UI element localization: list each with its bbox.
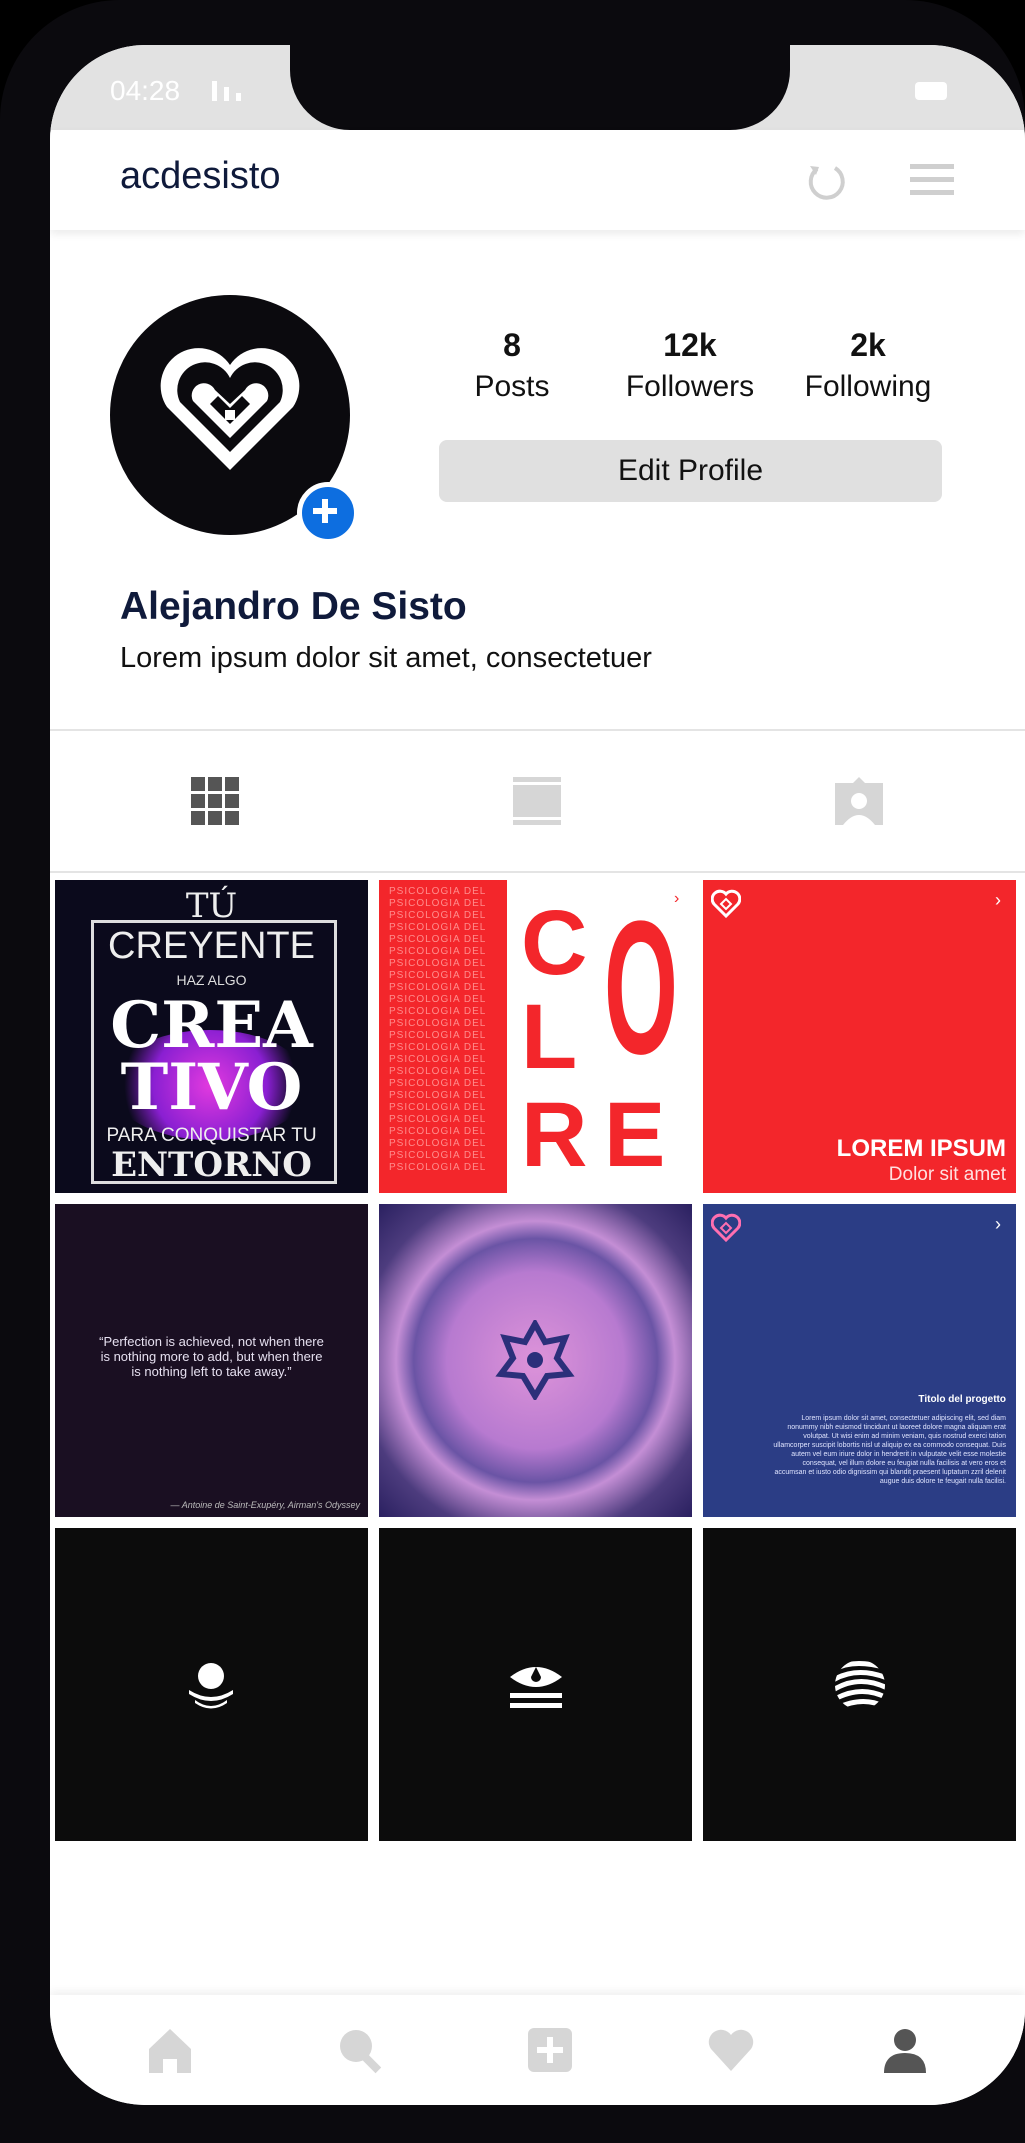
psicologia-line: PSICOLOGIA DEL xyxy=(389,1150,487,1161)
phone-frame: 04:28 acdesisto 8 Posts 12k Followers 2k… xyxy=(0,0,1025,2143)
psicologia-line: PSICOLOGIA DEL xyxy=(389,1102,487,1113)
creativo-line1: TÚ xyxy=(185,886,238,926)
psicologia-line: PSICOLOGIA DEL xyxy=(389,1018,487,1029)
heart-icon[interactable] xyxy=(706,2025,756,2075)
psicologia-line: PSICOLOGIA DEL xyxy=(389,1078,487,1089)
moon-logo-icon xyxy=(189,1663,233,1709)
psicologia-line: PSICOLOGIA DEL xyxy=(389,982,487,993)
carousel-chevron-icon: › xyxy=(674,890,680,907)
status-bar: 04:28 xyxy=(50,45,1025,130)
star-ornament-icon xyxy=(495,1320,575,1400)
app-screen: 04:28 acdesisto 8 Posts 12k Followers 2k… xyxy=(50,45,1025,2105)
profile-bio: Lorem ipsum dolor sit amet, consectetuer xyxy=(120,642,652,674)
refresh-icon[interactable] xyxy=(805,160,847,202)
bottom-nav xyxy=(50,1995,1025,2105)
colore-letter-o: O xyxy=(604,882,678,1094)
profile-icon[interactable] xyxy=(880,2025,930,2075)
post-project[interactable]: › Titolo del progetto Lorem ipsum dolor … xyxy=(703,1204,1016,1517)
project-body: Lorem ipsum dolor sit amet, consectetuer… xyxy=(773,1415,1006,1485)
quote-text: “Perfection is achieved, not when there … xyxy=(99,1334,324,1379)
colore-letter-r: R xyxy=(521,1084,588,1186)
colore-letter-c: C xyxy=(521,892,588,994)
psicologia-line: PSICOLOGIA DEL xyxy=(389,1066,487,1077)
striped-globe-icon xyxy=(835,1661,885,1710)
psicologia-line: PSICOLOGIA DEL xyxy=(389,1126,487,1137)
creativo-line2: CREYENTE xyxy=(108,925,315,967)
top-header: acdesisto xyxy=(50,130,1025,230)
colore-gap xyxy=(507,880,519,1193)
tagged-tab-icon[interactable] xyxy=(833,775,885,827)
notch xyxy=(290,45,790,130)
post-logo-2[interactable] xyxy=(379,1528,692,1841)
psicologia-line: PSICOLOGIA DEL xyxy=(389,1054,487,1065)
lorem-title: LOREM IPSUM xyxy=(836,1135,1006,1162)
brand-logo-icon xyxy=(711,889,741,918)
following-stat[interactable]: 2k Following xyxy=(778,327,958,404)
brand-logo-icon xyxy=(711,1213,741,1242)
quote-author: — Antoine de Saint-Exupéry, Airman's Ody… xyxy=(170,1500,360,1510)
followers-count: 12k xyxy=(663,327,717,363)
psicologia-line: PSICOLOGIA DEL xyxy=(389,922,487,933)
profile-name: Alejandro De Sisto xyxy=(120,585,467,628)
grid-tab-icon[interactable] xyxy=(189,775,241,827)
psicologia-line: PSICOLOGIA DEL xyxy=(389,958,487,969)
carousel-chevron-icon: › xyxy=(995,890,1001,910)
heart-logo-icon xyxy=(160,348,300,470)
feed-tab-icon[interactable] xyxy=(511,775,563,827)
following-label: Following xyxy=(804,370,932,403)
home-icon[interactable] xyxy=(145,2025,195,2075)
post-creativo[interactable]: TÚ CREYENTE HAZ ALGO CREA TIVO PARA CONQ… xyxy=(55,880,368,1193)
colore-letter-e: E xyxy=(604,1084,666,1186)
psicologia-line: PSICOLOGIA DEL xyxy=(389,1042,487,1053)
psicologia-line: PSICOLOGIA DEL xyxy=(389,910,487,921)
psicologia-line: PSICOLOGIA DEL xyxy=(389,934,487,945)
carousel-chevron-icon: › xyxy=(995,1214,1001,1234)
posts-label: Posts xyxy=(474,370,550,403)
creativo-line6: PARA CONQUISTAR TU xyxy=(106,1125,317,1146)
psicologia-line: PSICOLOGIA DEL xyxy=(389,1114,487,1125)
creativo-line3: HAZ ALGO xyxy=(176,972,247,988)
post-logo-3[interactable] xyxy=(703,1528,1016,1841)
post-medallion[interactable] xyxy=(379,1204,692,1517)
psicologia-line: PSICOLOGIA DEL xyxy=(389,1162,487,1173)
psicologia-line: PSICOLOGIA DEL xyxy=(389,970,487,981)
posts-count: 8 xyxy=(503,327,521,363)
psicologia-line: PSICOLOGIA DEL xyxy=(389,1090,487,1101)
battery-icon xyxy=(915,82,947,100)
colore-red-panel: PSICOLOGIA DEL PSICOLOGIA DEL PSICOLOGIA D… xyxy=(379,880,507,1193)
psicologia-line: PSICOLOGIA DEL xyxy=(389,1138,487,1149)
followers-stat[interactable]: 12k Followers xyxy=(600,327,780,404)
colore-white-panel: C O L R E › xyxy=(519,880,692,1193)
status-time: 04:28 xyxy=(110,75,181,106)
add-post-icon[interactable] xyxy=(525,2025,575,2075)
add-story-icon[interactable] xyxy=(297,482,359,544)
psicologia-line: PSICOLOGIA DEL xyxy=(389,1030,487,1041)
search-icon[interactable] xyxy=(335,2025,385,2075)
post-logo-1[interactable] xyxy=(55,1528,368,1841)
project-title: Titolo del progetto xyxy=(918,1394,1006,1405)
profile-username: acdesisto xyxy=(120,155,281,197)
signal-icon xyxy=(212,81,241,101)
psicologia-line: PSICOLOGIA DEL xyxy=(389,994,487,1005)
psicologia-line: PSICOLOGIA DEL xyxy=(389,946,487,957)
psicologia-line: PSICOLOGIA DEL xyxy=(389,1006,487,1017)
followers-label: Followers xyxy=(625,370,755,403)
post-lorem-ipsum[interactable]: › LOREM IPSUM Dolor sit amet xyxy=(703,880,1016,1193)
colore-letter-l: L xyxy=(521,986,578,1088)
post-quote[interactable]: “Perfection is achieved, not when there … xyxy=(55,1204,368,1517)
creativo-line7: ENTORNO xyxy=(111,1145,312,1185)
post-colore[interactable]: PSICOLOGIA DEL PSICOLOGIA DEL PSICOLOGIA D… xyxy=(379,880,692,1193)
psicologia-line: PSICOLOGIA DEL xyxy=(389,886,487,897)
following-count: 2k xyxy=(850,327,886,363)
edit-profile-button[interactable]: Edit Profile xyxy=(439,440,942,502)
divider xyxy=(50,871,1025,873)
lorem-subtitle: Dolor sit amet xyxy=(888,1164,1006,1185)
eye-logo-icon xyxy=(510,1667,562,1708)
creativo-line5: TIVO xyxy=(120,1050,303,1125)
menu-icon[interactable] xyxy=(910,162,954,198)
divider xyxy=(50,729,1025,731)
psicologia-line: PSICOLOGIA DEL xyxy=(389,898,487,909)
posts-stat[interactable]: 8 Posts xyxy=(422,327,602,404)
